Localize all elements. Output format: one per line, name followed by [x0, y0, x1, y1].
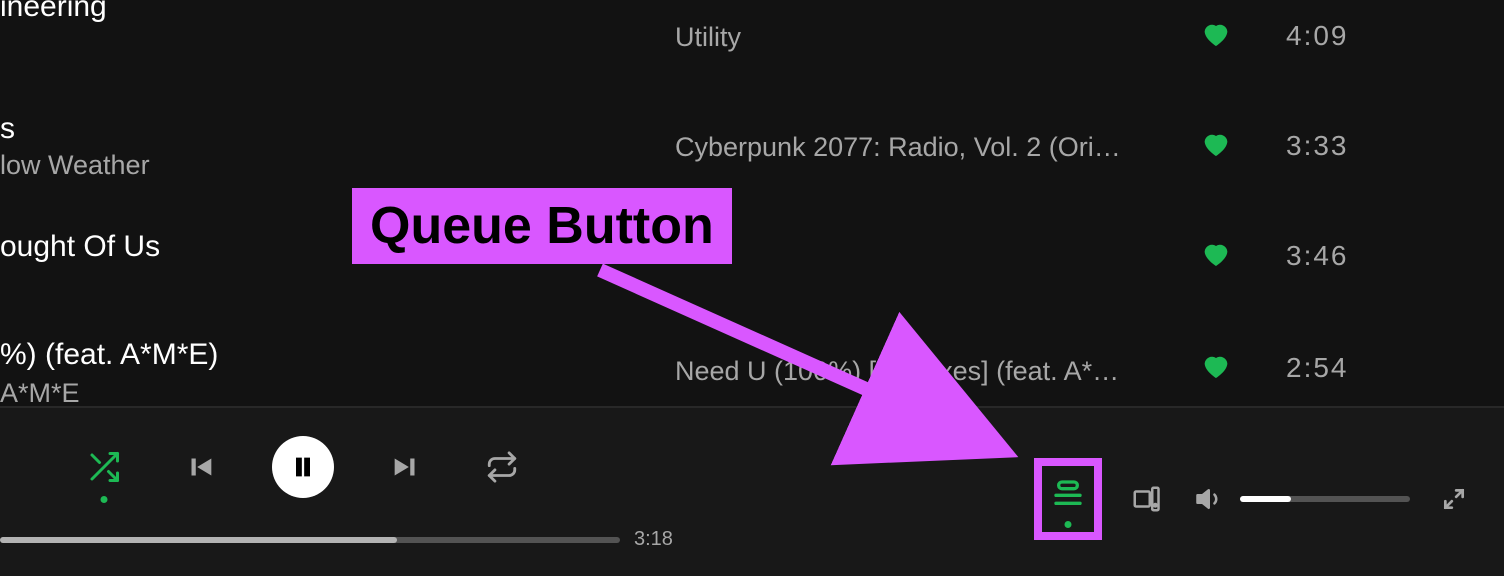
track-artist[interactable]: A*M*E — [0, 378, 80, 409]
mute-button[interactable] — [1190, 479, 1230, 519]
volume-control[interactable] — [1190, 479, 1410, 519]
track-title[interactable]: s — [0, 112, 15, 146]
track-album[interactable]: Cyberpunk 2077: Radio, Vol. 2 (Ori… — [675, 132, 1121, 163]
player-bar: 3:18 — [0, 406, 1504, 576]
next-button[interactable] — [382, 443, 430, 491]
previous-button[interactable] — [176, 443, 224, 491]
repeat-button[interactable] — [478, 443, 526, 491]
right-controls — [1034, 458, 1474, 540]
volume-slider[interactable] — [1240, 496, 1410, 502]
like-button[interactable] — [1200, 128, 1232, 160]
queue-button[interactable] — [1048, 474, 1088, 514]
track-duration: 2:54 — [1286, 352, 1349, 384]
track-artist[interactable]: low Weather — [0, 150, 150, 181]
track-album[interactable]: Utility — [675, 22, 741, 53]
progress-bar[interactable]: 3:18 — [0, 528, 680, 551]
like-button[interactable] — [1200, 238, 1232, 270]
track-album[interactable]: Need U (100%) [Remixes] (feat. A*… — [675, 356, 1119, 387]
like-button[interactable] — [1200, 18, 1232, 50]
progress-fill — [0, 537, 397, 543]
annotation-highlight-box — [1034, 458, 1102, 540]
fullscreen-button[interactable] — [1434, 479, 1474, 519]
track-title[interactable]: %) (feat. A*M*E) — [0, 338, 218, 372]
total-time: 3:18 — [634, 528, 673, 551]
track-title[interactable]: ineering — [0, 0, 107, 24]
annotation-label: Queue Button — [352, 188, 732, 264]
shuffle-button[interactable] — [80, 443, 128, 491]
like-button[interactable] — [1200, 350, 1232, 382]
play-pause-button[interactable] — [272, 436, 334, 498]
playback-controls — [80, 436, 526, 498]
track-title[interactable]: ought Of Us — [0, 230, 160, 264]
track-duration: 3:46 — [1286, 240, 1349, 272]
track-duration: 4:09 — [1286, 20, 1349, 52]
track-duration: 3:33 — [1286, 130, 1349, 162]
volume-fill — [1240, 496, 1291, 502]
devices-button[interactable] — [1126, 479, 1166, 519]
